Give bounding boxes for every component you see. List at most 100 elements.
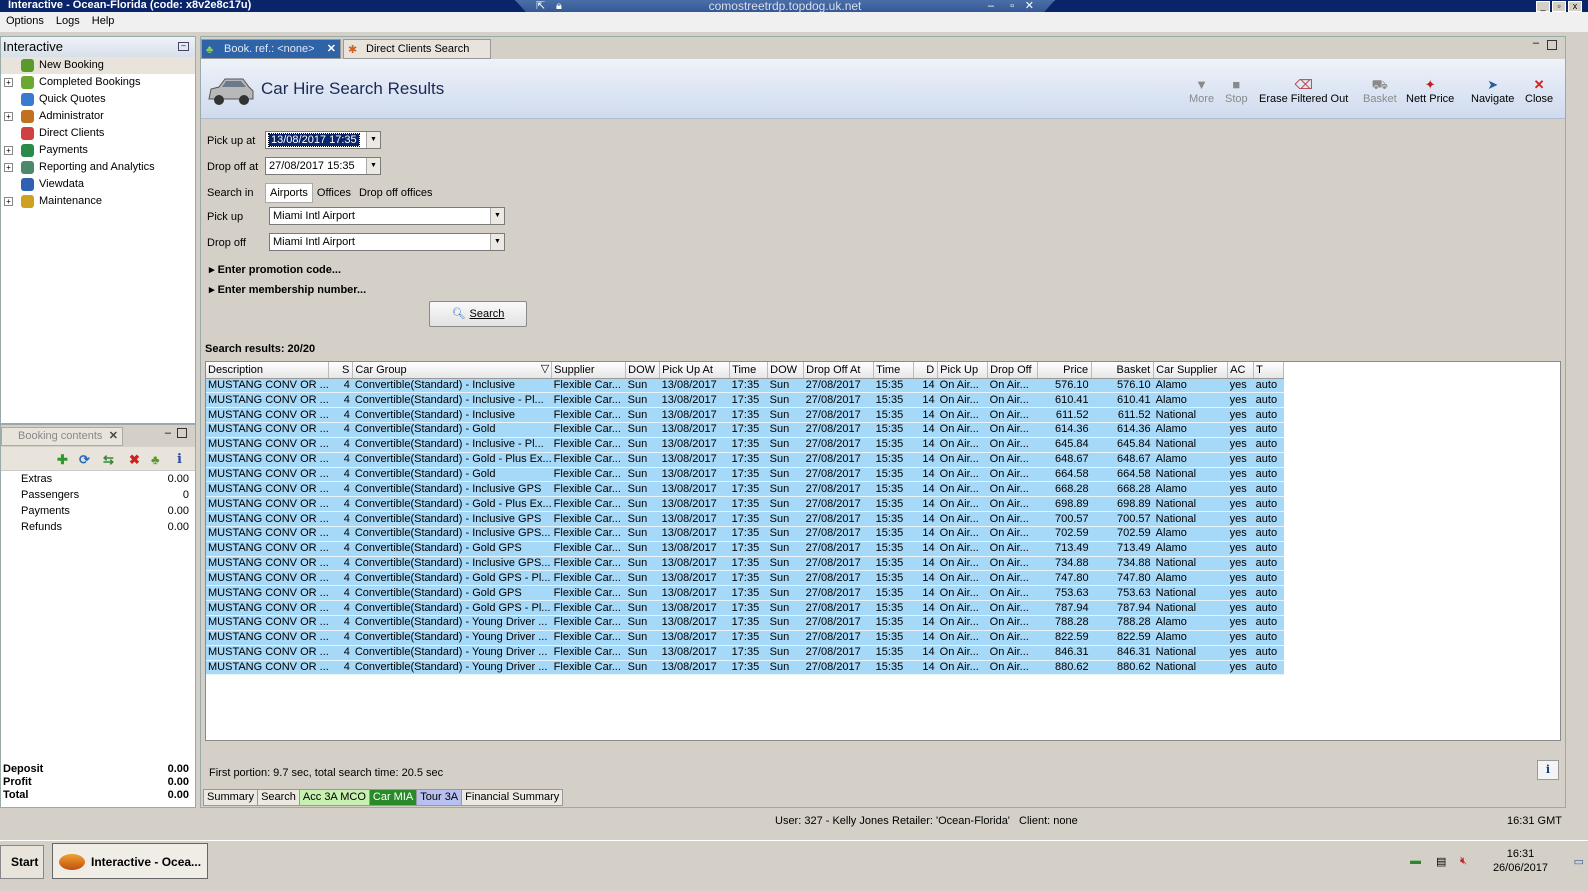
expand-icon[interactable]: + (4, 163, 13, 172)
expand-icon[interactable]: + (4, 78, 13, 87)
table-row[interactable]: MUSTANG CONV OR ... 4 Convertible(Standard… (206, 526, 1284, 542)
tab-direct-clients-search[interactable]: ✱ Direct Clients Search (343, 39, 491, 59)
table-row[interactable]: MUSTANG CONV OR ... 4 Convertible(Standard… (206, 392, 1284, 409)
table-row[interactable]: MUSTANG CONV OR ... 4 Convertible(Standard… (206, 407, 1284, 424)
palm-icon[interactable]: ♣ (151, 452, 160, 467)
chevron-down-icon[interactable]: ▼ (490, 234, 504, 250)
column-header[interactable]: Drop Off At (803, 362, 875, 379)
restore-button[interactable]: ▫ (1552, 1, 1566, 12)
expand-icon[interactable]: + (4, 146, 13, 155)
column-header[interactable]: D (913, 362, 939, 379)
tab-booking-ref[interactable]: ♣ Book. ref.: <none> ✕ (201, 39, 341, 59)
show-desktop-icon[interactable]: ▭ (1574, 855, 1584, 868)
search-button[interactable]: 🔍︎ Search (429, 301, 527, 327)
pickup-datetime-field[interactable]: 13/08/2017 17:35 ▼ (265, 131, 381, 149)
maximize-panel-icon[interactable] (177, 428, 187, 438)
nett-price-button[interactable]: ✦ Nett Price (1406, 77, 1454, 105)
column-header[interactable]: Time (729, 362, 769, 379)
system-clock[interactable]: 16:31 26/06/2017 (1493, 847, 1548, 875)
table-row[interactable]: MUSTANG CONV OR ... 4 Convertible(Standard… (206, 496, 1284, 513)
table-row[interactable]: MUSTANG CONV OR ... 4 Convertible(Standard… (206, 630, 1284, 646)
column-header[interactable]: DOW (625, 362, 661, 379)
table-row[interactable]: MUSTANG CONV OR ... 4 Convertible(Standard… (206, 541, 1284, 557)
table-row[interactable]: MUSTANG CONV OR ... 4 Convertible(Standard… (206, 467, 1284, 483)
table-row[interactable]: MUSTANG CONV OR ... 4 Convertible(Standard… (206, 660, 1284, 676)
nav-item[interactable]: + Payments (1, 142, 195, 159)
basket-button[interactable]: ⛟ Basket (1363, 77, 1397, 105)
table-row[interactable]: MUSTANG CONV OR ... 4 Convertible(Standard… (206, 556, 1284, 572)
nav-item[interactable]: Quick Quotes (1, 91, 195, 108)
navigate-button[interactable]: ➤ Navigate (1471, 77, 1514, 105)
minimize-button[interactable]: _ (1536, 1, 1550, 12)
stop-button[interactable]: ■ Stop (1225, 77, 1248, 105)
expand-icon[interactable]: + (4, 197, 13, 206)
bottom-tab[interactable]: Car MIA (368, 789, 418, 806)
dropoff-location-select[interactable]: Miami Intl Airport ▼ (269, 233, 505, 251)
nav-item[interactable]: + Completed Bookings (1, 74, 195, 91)
delete-icon[interactable]: ✖ (129, 452, 140, 468)
more-button[interactable]: ▼ More (1189, 77, 1214, 105)
menu-help[interactable]: Help (86, 12, 121, 30)
close-tab-icon[interactable]: ✕ (327, 40, 336, 58)
menu-options[interactable]: Options (0, 12, 50, 30)
bottom-tab[interactable]: Tour 3A (416, 789, 463, 806)
nav-item[interactable]: New Booking (1, 57, 195, 74)
search-in-offices[interactable]: Offices (313, 184, 355, 204)
search-in-airports[interactable]: Airports (265, 183, 313, 203)
booking-contents-tab[interactable]: Booking contents ✕ (1, 427, 123, 446)
close-tab-icon[interactable]: ✕ (109, 428, 118, 445)
table-row[interactable]: MUSTANG CONV OR ... 4 Convertible(Standard… (206, 511, 1284, 527)
chevron-down-icon[interactable]: ▼ (490, 208, 504, 224)
column-header[interactable]: AC (1227, 362, 1255, 379)
pin-icon[interactable]: ⇱ (536, 0, 545, 12)
start-button[interactable]: Start (0, 845, 44, 879)
bottom-tab[interactable]: Summary (203, 789, 259, 806)
column-header[interactable]: Pick Up At (659, 362, 731, 379)
dropoff-datetime-field[interactable]: 27/08/2017 15:35 ▼ (265, 157, 381, 175)
network-icon[interactable]: ▬ (1410, 855, 1421, 867)
column-header[interactable]: Price (1037, 362, 1093, 379)
table-row[interactable]: MUSTANG CONV OR ... 4 Convertible(Standard… (206, 570, 1284, 587)
filter-icon[interactable]: ▽ (541, 362, 549, 375)
column-header[interactable]: Time (873, 362, 915, 379)
rdp-close-icon[interactable]: ✕ (1025, 0, 1034, 12)
transfer-icon[interactable]: ⇆ (103, 452, 114, 468)
rdp-restore-icon[interactable]: ▫ (1010, 0, 1014, 12)
refresh-icon[interactable]: ⟳ (79, 452, 90, 468)
column-header[interactable]: Pick Up (937, 362, 989, 379)
column-header[interactable]: Supplier (551, 362, 627, 379)
nav-item[interactable]: + Maintenance (1, 193, 195, 210)
info-icon[interactable]: i (177, 452, 182, 467)
chevron-down-icon[interactable]: ▼ (366, 132, 380, 148)
column-header[interactable]: Car Group ▽ (352, 362, 553, 379)
close-button[interactable]: ✕ Close (1525, 77, 1553, 105)
info-button[interactable]: i (1537, 760, 1559, 780)
bottom-tab[interactable]: Financial Summary (461, 789, 564, 806)
column-header[interactable]: Basket (1091, 362, 1155, 379)
rdp-minimize-icon[interactable]: – (988, 0, 994, 12)
volume-muted-icon[interactable]: 🔇︎ (1460, 855, 1467, 868)
table-row[interactable]: MUSTANG CONV OR ... 4 Convertible(Standard… (206, 645, 1284, 661)
erase-filtered-out-button[interactable]: ⌫ Erase Filtered Out (1259, 77, 1348, 105)
add-icon[interactable]: ✚ (57, 452, 68, 468)
nav-item[interactable]: + Reporting and Analytics (1, 159, 195, 176)
nav-item[interactable]: + Administrator (1, 108, 195, 125)
table-row[interactable]: MUSTANG CONV OR ... 4 Convertible(Standard… (206, 452, 1284, 468)
column-header[interactable]: Drop Off (987, 362, 1039, 379)
menu-logs[interactable]: Logs (50, 12, 86, 30)
column-header[interactable]: Car Supplier (1153, 362, 1229, 379)
device-icon[interactable]: ▤ (1436, 855, 1446, 868)
search-in-dropoff-offices[interactable]: Drop off offices (355, 184, 437, 204)
table-row[interactable]: MUSTANG CONV OR ... 4 Convertible(Standard… (206, 422, 1284, 438)
maximize-doc-icon[interactable] (1547, 40, 1557, 50)
column-header[interactable]: DOW (767, 362, 805, 379)
column-header[interactable]: Description (206, 362, 330, 379)
column-header[interactable]: S (328, 362, 354, 379)
chevron-down-icon[interactable]: ▼ (366, 158, 380, 174)
table-row[interactable]: MUSTANG CONV OR ... 4 Convertible(Standard… (206, 481, 1284, 498)
nav-item[interactable]: Direct Clients (1, 125, 195, 142)
table-row[interactable]: MUSTANG CONV OR ... 4 Convertible(Standard… (206, 437, 1284, 453)
minimize-panel-icon[interactable]: – (165, 427, 171, 439)
table-row[interactable]: MUSTANG CONV OR ... 4 Convertible(Standard… (206, 585, 1284, 602)
pickup-location-select[interactable]: Miami Intl Airport ▼ (269, 207, 505, 225)
